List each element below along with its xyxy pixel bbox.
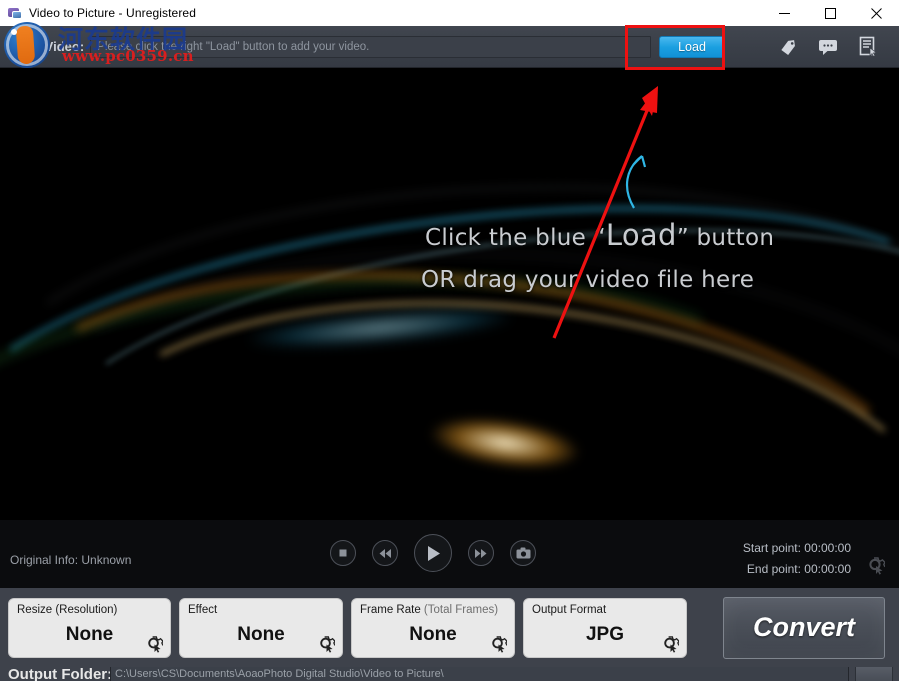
hint-line1-c: ” button	[676, 225, 775, 251]
resize-option[interactable]: Resize (Resolution) None	[8, 597, 171, 658]
curved-arrow-icon	[625, 155, 647, 209]
frame-rate-option-value: None	[409, 624, 457, 645]
output-folder-input[interactable]: C:\Users\CS\Documents\AoaoPhoto Digital …	[110, 667, 849, 681]
minimize-button[interactable]	[761, 0, 807, 26]
maximize-icon	[824, 7, 836, 19]
stop-icon	[339, 549, 347, 557]
toolbar-icons	[777, 36, 879, 58]
stop-button[interactable]	[330, 540, 356, 566]
hint-line2: OR drag your video file here	[421, 267, 755, 293]
load-video-label: Load Video:	[10, 39, 85, 54]
maximize-button[interactable]	[807, 0, 853, 26]
app-window: Video to Picture - Unregistered Load Vid…	[0, 0, 899, 681]
convert-button[interactable]: Convert	[723, 596, 885, 659]
output-folder-label: Output Folder:	[8, 667, 113, 681]
transport-controls	[330, 534, 536, 572]
video-to-picture-icon	[7, 5, 23, 21]
output-format-option-value: JPG	[585, 624, 625, 645]
start-point-label: Start point: 00:00:00	[742, 541, 851, 555]
output-folder-path: C:\Users\CS\Documents\AoaoPhoto Digital …	[115, 668, 444, 680]
next-button[interactable]	[468, 540, 494, 566]
hint-line1-a: Click the blue “	[425, 225, 606, 251]
output-folder-row: Output Folder: C:\Users\CS\Documents\Aoa…	[0, 667, 899, 681]
resize-option-value: None	[65, 624, 114, 645]
document-cursor-icon[interactable]	[857, 36, 879, 58]
window-title: Video to Picture - Unregistered	[29, 6, 196, 20]
close-icon	[870, 7, 882, 19]
end-point-label: End point: 00:00:00	[746, 562, 851, 576]
player-bar: Original Info: Unknown Start point: 00:0…	[0, 520, 899, 588]
trim-points: Start point: 00:00:00 End point: 00:00:0…	[743, 538, 851, 580]
load-button[interactable]: Load	[659, 35, 725, 58]
skip-backward-icon	[379, 548, 391, 558]
gear-cursor-icon[interactable]	[146, 635, 166, 653]
hint-line1-b: Load	[605, 218, 677, 252]
effect-option-value: None	[237, 624, 285, 645]
register-tag-icon[interactable]	[777, 36, 799, 58]
play-button[interactable]	[414, 534, 452, 572]
video-path-placeholder: Please click the right "Load" button to …	[97, 40, 370, 53]
drop-hint-text: Click the blue “Load” button OR drag you…	[421, 214, 785, 301]
video-preview-stage[interactable]: Click the blue “Load” button OR drag you…	[0, 68, 899, 520]
video-path-input[interactable]: Please click the right "Load" button to …	[90, 35, 651, 58]
effect-option[interactable]: Effect None	[179, 597, 343, 658]
skip-forward-icon	[475, 548, 487, 558]
toolbar: Load Video: Please click the right "Load…	[0, 26, 899, 68]
browse-folder-button[interactable]	[855, 667, 893, 681]
minimize-icon	[778, 12, 790, 14]
title-bar: Video to Picture - Unregistered	[0, 0, 899, 26]
gear-cursor-icon[interactable]	[662, 635, 682, 653]
play-icon	[428, 545, 440, 561]
frame-rate-option[interactable]: Frame Rate (Total Frames) None	[351, 597, 515, 658]
feedback-bubble-icon[interactable]	[817, 36, 839, 58]
close-button[interactable]	[853, 0, 899, 26]
original-info-label: Original Info: Unknown	[10, 553, 132, 567]
window-controls	[761, 0, 899, 26]
gear-cursor-icon[interactable]	[318, 635, 338, 653]
camera-icon	[516, 547, 530, 559]
snapshot-button[interactable]	[510, 540, 536, 566]
gear-cursor-icon[interactable]	[490, 635, 510, 653]
output-format-option[interactable]: Output Format JPG	[523, 597, 687, 658]
gear-cursor-icon[interactable]	[867, 557, 888, 575]
options-row: Resize (Resolution) None Effect None Fra…	[0, 588, 899, 667]
previous-button[interactable]	[372, 540, 398, 566]
